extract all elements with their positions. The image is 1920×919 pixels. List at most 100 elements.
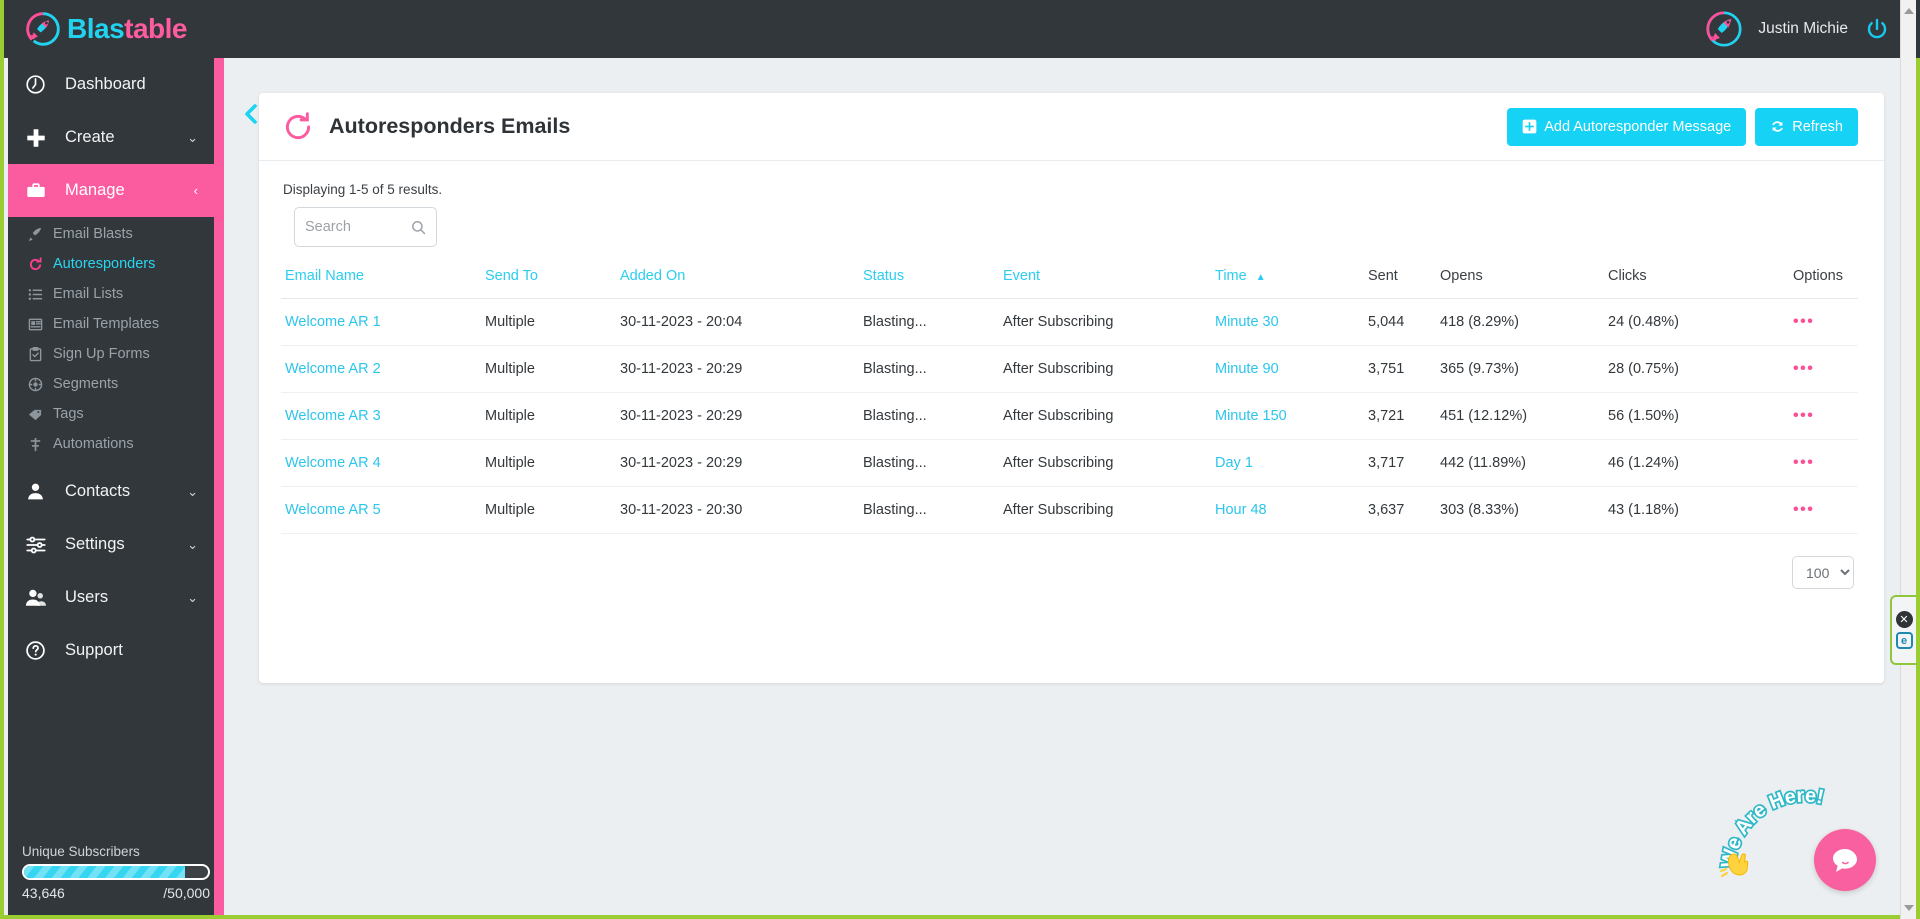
email-name-link[interactable]: Welcome AR 1 <box>285 314 381 330</box>
sidebar-item-label: Users <box>65 588 108 607</box>
column-header-status[interactable]: Status <box>859 259 999 299</box>
sidebar-item-automations[interactable]: Automations <box>8 429 214 459</box>
chevron-down-icon: ⌄ <box>187 537 198 553</box>
sidebar-item-settings[interactable]: Settings ⌄ <box>8 518 214 571</box>
chevron-down-icon: ⌄ <box>187 130 198 146</box>
column-header-event[interactable]: Event <box>999 259 1211 299</box>
cell-event: After Subscribing <box>999 487 1211 534</box>
cell-email-name: Welcome AR 5 <box>281 487 481 534</box>
scroll-up-arrow-icon[interactable] <box>1904 8 1914 14</box>
sidebar-item-label: Dashboard <box>65 75 146 94</box>
column-header-time[interactable]: Time ▲ <box>1211 259 1364 299</box>
power-off-icon[interactable] <box>1864 16 1890 42</box>
cell-time: Minute 150 <box>1211 393 1364 440</box>
cell-sent: 3,721 <box>1364 393 1436 440</box>
username-label: Justin Michie <box>1758 20 1848 38</box>
time-link[interactable]: Day 1 <box>1215 455 1253 471</box>
cell-status: Blasting... <box>859 393 999 440</box>
email-name-link[interactable]: Welcome AR 5 <box>285 502 381 518</box>
subscribers-progress-fill <box>24 866 185 878</box>
cell-sent: 3,717 <box>1364 440 1436 487</box>
cell-opens: 365 (9.73%) <box>1436 346 1604 393</box>
sidebar-item-label: Email Templates <box>53 316 159 332</box>
add-autoresponder-message-button[interactable]: Add Autoresponder Message <box>1507 108 1746 146</box>
row-options-menu-icon[interactable]: ••• <box>1793 313 1814 330</box>
sliders-icon <box>25 534 57 556</box>
subscribers-counts: 43,646 /50,000 <box>22 885 210 901</box>
email-name-link[interactable]: Welcome AR 2 <box>285 361 381 377</box>
refresh-icon <box>1770 119 1785 134</box>
sidebar-item-support[interactable]: Support <box>8 624 214 677</box>
chat-widget: We Are Here! <box>1711 777 1886 897</box>
row-options-menu-icon[interactable]: ••• <box>1793 407 1814 424</box>
column-header-send-to[interactable]: Send To <box>481 259 616 299</box>
sidebar-item-email-templates[interactable]: Email Templates <box>8 309 214 339</box>
cell-clicks: 46 (1.24%) <box>1604 440 1789 487</box>
sidebar-item-label: Support <box>65 641 123 660</box>
cell-options: ••• <box>1789 393 1858 440</box>
sidebar-item-label: Email Lists <box>53 286 123 302</box>
cell-email-name: Welcome AR 1 <box>281 299 481 346</box>
cell-added-on: 30-11-2023 - 20:29 <box>616 346 859 393</box>
table-row: Welcome AR 5 Multiple 30-11-2023 - 20:30… <box>281 487 1858 534</box>
refresh-button[interactable]: Refresh <box>1755 108 1858 146</box>
edge-widget-panel: ✕ e <box>1890 595 1916 665</box>
search-input[interactable] <box>305 219 411 235</box>
page-scrollbar[interactable] <box>1900 0 1916 919</box>
list-icon <box>28 287 50 302</box>
page-size-select[interactable]: 100 <box>1792 556 1854 589</box>
sidebar-item-dashboard[interactable]: Dashboard <box>8 58 214 111</box>
table-header-row: Email Name Send To Added On Status Event… <box>281 259 1858 299</box>
cell-status: Blasting... <box>859 440 999 487</box>
sidebar-item-sign-up-forms[interactable]: Sign Up Forms <box>8 339 214 369</box>
scroll-down-arrow-icon[interactable] <box>1904 905 1914 911</box>
cell-sent: 3,637 <box>1364 487 1436 534</box>
email-name-link[interactable]: Welcome AR 3 <box>285 408 381 424</box>
sidebar-item-label: Email Blasts <box>53 226 133 242</box>
row-options-menu-icon[interactable]: ••• <box>1793 501 1814 518</box>
chevron-down-icon: ⌄ <box>187 484 198 500</box>
sidebar-item-create[interactable]: Create ⌄ <box>8 111 214 164</box>
manage-submenu: Email Blasts Autoresponders <box>8 217 214 465</box>
sidebar-item-contacts[interactable]: Contacts ⌄ <box>8 465 214 518</box>
sidebar-item-users[interactable]: Users ⌄ <box>8 571 214 624</box>
subscribers-progress-bar <box>22 864 210 880</box>
time-link[interactable]: Minute 90 <box>1215 361 1279 377</box>
search-icon[interactable] <box>411 220 426 235</box>
cell-opens: 442 (11.89%) <box>1436 440 1604 487</box>
sidebar-item-segments[interactable]: Segments <box>8 369 214 399</box>
cell-email-name: Welcome AR 4 <box>281 440 481 487</box>
row-options-menu-icon[interactable]: ••• <box>1793 454 1814 471</box>
cell-added-on: 30-11-2023 - 20:29 <box>616 440 859 487</box>
brand-logo[interactable]: Blastable <box>26 12 187 46</box>
sidebar-item-label: Tags <box>53 406 84 422</box>
email-name-link[interactable]: Welcome AR 4 <box>285 455 381 471</box>
cell-sent: 5,044 <box>1364 299 1436 346</box>
sidebar-item-email-lists[interactable]: Email Lists <box>8 279 214 309</box>
segments-icon <box>28 377 50 392</box>
search-box[interactable] <box>294 207 437 247</box>
sidebar-item-manage[interactable]: Manage ‹ <box>8 164 214 217</box>
sidebar-item-autoresponders[interactable]: Autoresponders <box>8 249 214 279</box>
sort-ascending-icon: ▲ <box>1256 272 1266 283</box>
time-link[interactable]: Minute 150 <box>1215 408 1287 424</box>
cell-added-on: 30-11-2023 - 20:29 <box>616 393 859 440</box>
logo-text-secondary: table <box>124 13 187 44</box>
cell-event: After Subscribing <box>999 346 1211 393</box>
column-header-added-on[interactable]: Added On <box>616 259 859 299</box>
table-row: Welcome AR 4 Multiple 30-11-2023 - 20:29… <box>281 440 1858 487</box>
card-header: Autoresponders Emails Add Autoresponder … <box>259 93 1884 161</box>
sidebar-item-email-blasts[interactable]: Email Blasts <box>8 219 214 249</box>
unique-subscribers-meter: Unique Subscribers 43,646 /50,000 <box>8 844 224 901</box>
chat-bubble-button[interactable] <box>1814 829 1876 891</box>
row-options-menu-icon[interactable]: ••• <box>1793 360 1814 377</box>
time-link[interactable]: Minute 30 <box>1215 314 1279 330</box>
user-avatar-rocket-icon[interactable] <box>1706 11 1742 47</box>
plus-square-icon <box>1522 119 1537 134</box>
close-circle-icon[interactable]: ✕ <box>1896 611 1913 628</box>
time-link[interactable]: Hour 48 <box>1215 502 1267 518</box>
column-header-email-name[interactable]: Email Name <box>281 259 481 299</box>
e-badge-icon[interactable]: e <box>1896 632 1913 649</box>
cell-sent: 3,751 <box>1364 346 1436 393</box>
sidebar-item-tags[interactable]: Tags <box>8 399 214 429</box>
